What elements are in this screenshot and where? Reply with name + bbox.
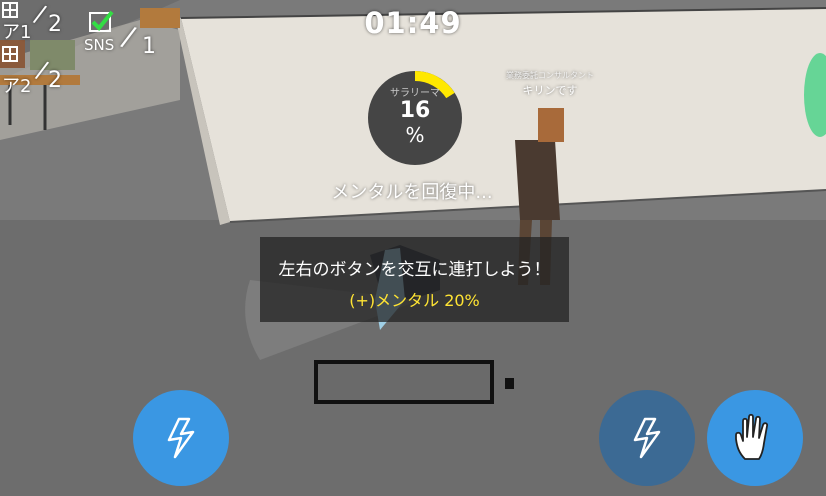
- npc-title: 業務委託コンサルタント: [506, 71, 594, 80]
- gauge-unit: %: [405, 123, 425, 147]
- grab-button[interactable]: [707, 390, 803, 486]
- left-tap-button[interactable]: [133, 390, 229, 486]
- status-text: メンタルを回復中...: [331, 182, 493, 203]
- counter-value: 2: [48, 68, 62, 93]
- instruction-panel: 左右のボタンを交互に連打しよう！ (+)メンタル 20%: [260, 237, 569, 322]
- gauge-label: サラリーマ: [390, 88, 440, 99]
- counter-label: ア1: [2, 22, 32, 43]
- area-icon: [2, 2, 18, 18]
- timer: 01:49: [364, 6, 462, 40]
- hand-icon: [735, 413, 769, 460]
- area-icon: [2, 46, 18, 62]
- instruction-bonus: (+)メンタル 20%: [349, 291, 480, 310]
- lightning-icon: [167, 417, 195, 459]
- counter-label: SNS: [84, 36, 115, 54]
- battery-tip: [505, 378, 514, 389]
- counter-value: 2: [48, 12, 62, 37]
- gauge-value: 16: [399, 98, 431, 123]
- npc-name: キリンです: [522, 84, 578, 97]
- instruction-text: 左右のボタンを交互に連打しよう！: [278, 260, 551, 280]
- lightning-icon: [633, 417, 661, 459]
- check-icon: [89, 10, 114, 32]
- counter-label: ア2: [2, 76, 32, 97]
- right-tap-button[interactable]: [599, 390, 695, 486]
- battery-meter: [314, 360, 494, 404]
- counter-value: 1: [142, 34, 156, 59]
